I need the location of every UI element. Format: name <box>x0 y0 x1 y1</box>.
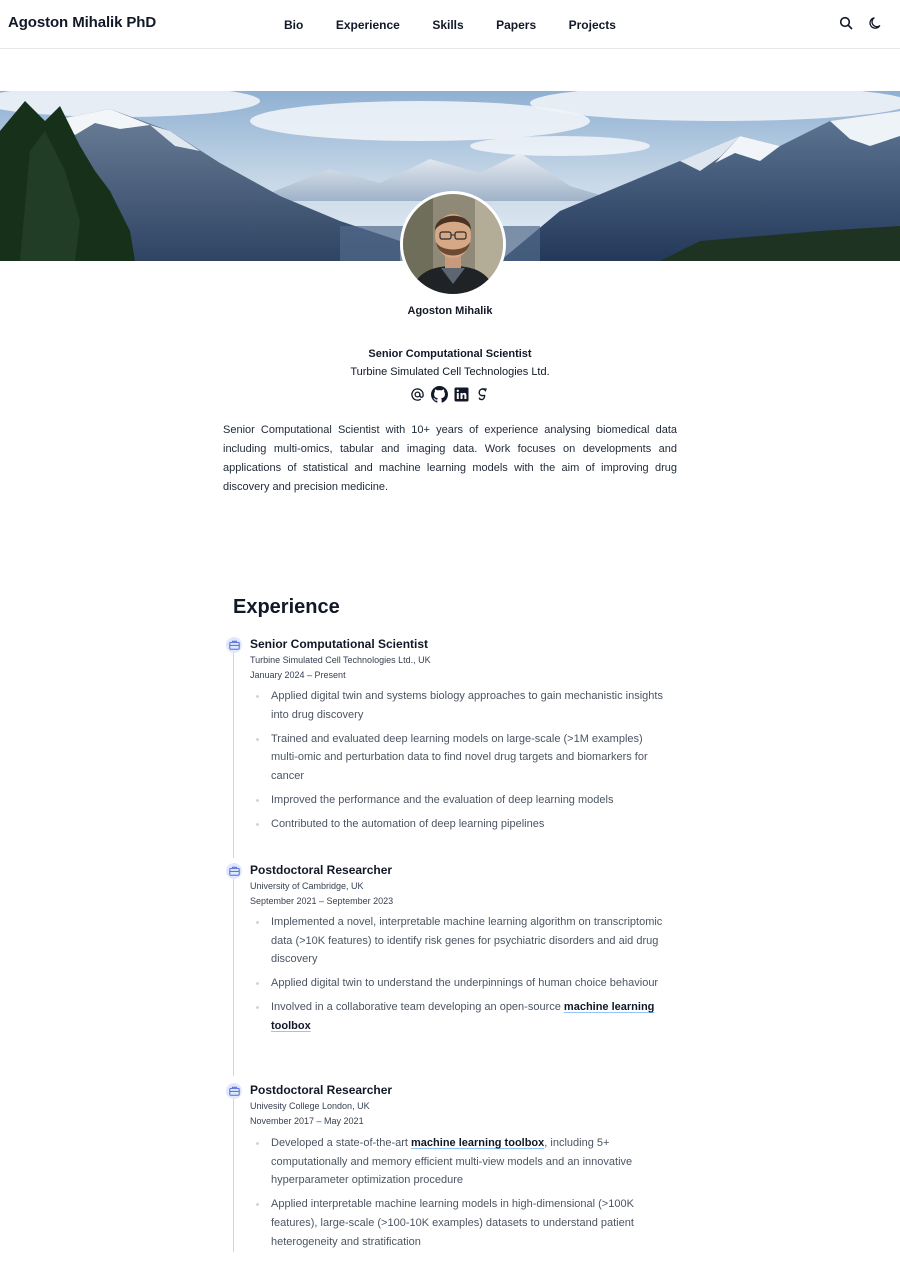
job-title: Senior Computational Scientist <box>250 637 429 651</box>
list-item: Applied digital twin to understand the u… <box>256 974 671 993</box>
timeline-line <box>233 878 234 1076</box>
nav-link-papers[interactable]: Papers <box>496 18 536 32</box>
job-title: Postdoctoral Researcher <box>250 863 393 877</box>
profile-photo <box>403 194 503 294</box>
job-organization: Univesity College London, UK <box>250 1101 370 1111</box>
profile-role: Senior Computational Scientist <box>368 348 532 360</box>
briefcase-icon <box>226 1083 242 1099</box>
moon-icon[interactable] <box>868 15 884 31</box>
site-brand[interactable]: Agoston Mihalik PhD <box>8 14 156 31</box>
email-icon[interactable] <box>410 387 425 402</box>
job-organization: University of Cambridge, UK <box>250 881 364 891</box>
profile-name: Agoston Mihalik <box>407 305 493 317</box>
list-item: Applied digital twin and systems biology… <box>256 687 671 724</box>
nav-link-bio[interactable]: Bio <box>284 18 303 32</box>
job-title: Postdoctoral Researcher <box>250 1083 393 1097</box>
list-item: Trained and evaluated deep learning mode… <box>256 730 671 786</box>
toolbox-link[interactable]: machine learning toolbox <box>411 1137 544 1149</box>
job-dates: November 2017 – May 2021 <box>250 1116 364 1126</box>
bullet-text: Involved in a collaborative team develop… <box>271 1001 564 1014</box>
nav-link-experience[interactable]: Experience <box>336 18 400 32</box>
list-item: Implemented a novel, interpretable machi… <box>256 913 671 969</box>
search-icon[interactable] <box>838 15 854 31</box>
job-organization: Turbine Simulated Cell Technologies Ltd.… <box>250 655 431 665</box>
job-bullet-list: Implemented a novel, interpretable machi… <box>256 913 671 1041</box>
nav-link-projects[interactable]: Projects <box>569 18 616 32</box>
list-item: Contributed to the automation of deep le… <box>256 815 671 834</box>
job-dates: September 2021 – September 2023 <box>250 896 394 906</box>
list-item: Applied interpretable machine learning m… <box>256 1195 671 1251</box>
avatar <box>400 191 506 297</box>
timeline-line <box>233 1098 234 1252</box>
linkedin-icon[interactable] <box>454 387 469 402</box>
timeline-line <box>233 652 234 858</box>
experience-heading: Experience <box>233 596 340 618</box>
bio-paragraph: Senior Computational Scientist with 10+ … <box>223 424 677 493</box>
briefcase-icon <box>226 637 242 653</box>
list-item: Involved in a collaborative team develop… <box>256 998 671 1035</box>
top-navigation: Agoston Mihalik PhD Bio Experience Skill… <box>0 0 900 49</box>
job-bullet-list: Developed a state-of-the-art machine lea… <box>256 1134 671 1257</box>
social-links <box>0 386 900 403</box>
list-item: Developed a state-of-the-art machine lea… <box>256 1134 671 1190</box>
job-dates: January 2024 – Present <box>250 670 346 680</box>
nav-link-skills[interactable]: Skills <box>432 18 463 32</box>
list-item: Improved the performance and the evaluat… <box>256 791 671 810</box>
google-scholar-icon[interactable] <box>475 387 490 402</box>
profile-organization: Turbine Simulated Cell Technologies Ltd. <box>350 366 550 378</box>
bullet-text: Developed a state-of-the-art <box>271 1137 412 1149</box>
briefcase-icon <box>226 863 242 879</box>
job-bullet-list: Applied digital twin and systems biology… <box>256 687 671 839</box>
nav-actions <box>838 15 884 31</box>
github-icon[interactable] <box>431 386 448 403</box>
